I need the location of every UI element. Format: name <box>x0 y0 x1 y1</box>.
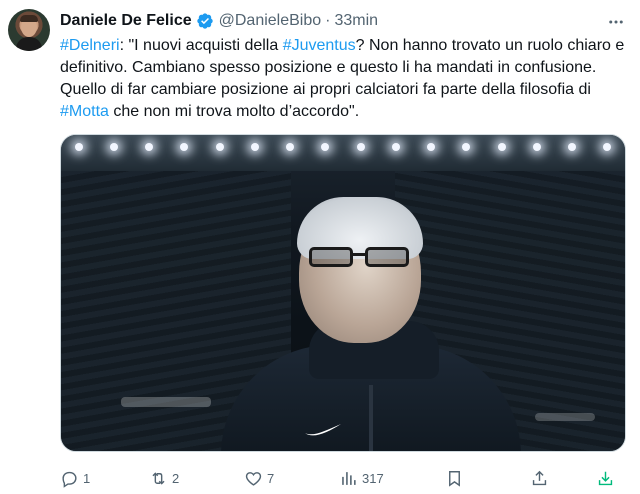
swoosh-logo <box>305 424 341 436</box>
hashtag-link[interactable]: #Delneri <box>60 37 120 54</box>
tweet-photo[interactable] <box>60 134 626 452</box>
avatar-hair <box>20 15 38 22</box>
light-glow <box>535 413 595 421</box>
like-button[interactable]: 7 <box>244 466 274 490</box>
download-icon <box>598 471 613 485</box>
retweet-button[interactable]: 2 <box>149 466 179 490</box>
hashtag-link[interactable]: #Motta <box>60 103 109 120</box>
tweet-text-segment: che non mi trova molto d’accordo". <box>108 103 360 120</box>
share-icon <box>532 470 547 485</box>
tweet-time[interactable]: 33min <box>334 12 378 30</box>
reply-button[interactable]: 1 <box>60 466 90 490</box>
share-button[interactable] <box>530 466 549 490</box>
tweet-header: Daniele De Felice @DanieleBibo · 33min <box>60 10 378 32</box>
bookmark-icon <box>449 470 460 487</box>
stadium-lights <box>61 143 625 157</box>
like-count: 7 <box>267 470 275 486</box>
views-button[interactable]: 317 <box>339 466 384 490</box>
download-button[interactable] <box>596 466 615 490</box>
avatar-shirt <box>16 37 42 51</box>
separator-dot: · <box>325 12 331 29</box>
stadium-roof <box>61 135 625 171</box>
reply-icon <box>62 471 77 488</box>
tweet-text: #Delneri: "I nuovi acquisti della #Juven… <box>60 35 628 123</box>
heart-icon <box>245 471 262 486</box>
photo-person <box>221 195 521 451</box>
author-handle[interactable]: @DanieleBibo <box>219 12 322 30</box>
retweet-count: 2 <box>172 470 180 486</box>
tweet-text-segment: : "I nuovi acquisti della <box>119 37 283 54</box>
jacket-zip <box>369 385 373 451</box>
tweet: Daniele De Felice @DanieleBibo · 33min #… <box>0 0 640 494</box>
avatar[interactable] <box>8 9 50 51</box>
action-bar: 1 2 7 317 <box>60 466 626 490</box>
verified-badge-icon <box>196 13 213 29</box>
views-count: 317 <box>362 470 384 486</box>
hashtag-link[interactable]: #Juventus <box>283 37 356 54</box>
light-glow <box>121 397 211 407</box>
retweet-icon <box>152 471 165 485</box>
more-icon[interactable] <box>606 12 626 32</box>
bookmark-button[interactable] <box>445 466 464 490</box>
author-name[interactable]: Daniele De Felice <box>60 12 192 30</box>
reply-count: 1 <box>83 470 91 486</box>
views-icon <box>342 471 356 485</box>
glasses <box>309 247 413 269</box>
